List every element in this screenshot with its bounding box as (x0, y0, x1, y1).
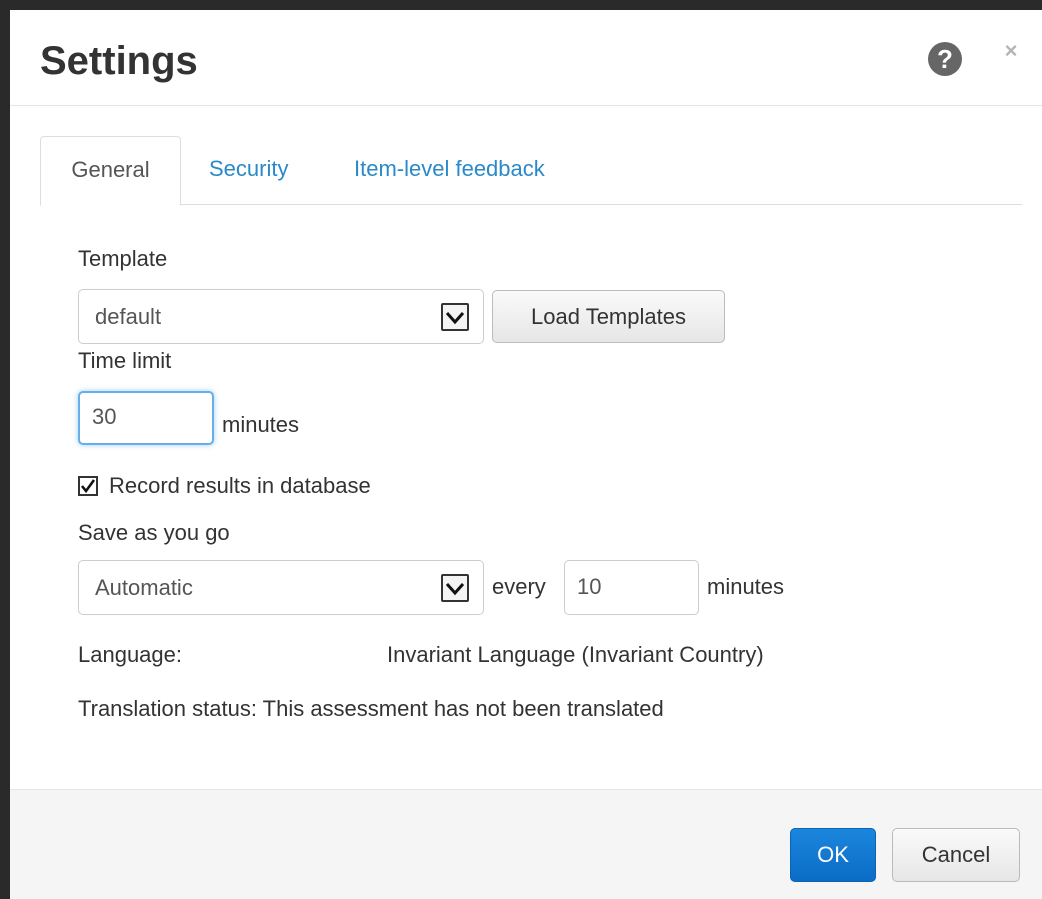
time-limit-unit: minutes (222, 412, 300, 437)
tab-item-level-feedback[interactable]: Item-level feedback (354, 136, 545, 205)
template-select[interactable]: default (78, 289, 484, 344)
settings-dialog: Settings ? × General Security Item-level… (0, 0, 1042, 899)
tab-general[interactable]: General (40, 136, 181, 206)
time-limit-label: Time limit (78, 348, 172, 373)
save-interval-input[interactable]: 10 (564, 560, 699, 615)
save-interval-unit: minutes (707, 574, 785, 599)
save-mode-select[interactable]: Automatic (78, 560, 484, 615)
record-results-label[interactable]: Record results in database (109, 473, 371, 499)
tab-security[interactable]: Security (209, 136, 288, 205)
language-value: Invariant Language (Invariant Country) (387, 642, 764, 667)
dialog-header: Settings ? × (10, 10, 1042, 106)
help-icon[interactable]: ? (928, 42, 962, 76)
template-label: Template (78, 246, 168, 271)
cancel-button[interactable]: Cancel (892, 828, 1020, 882)
save-mode-select-value: Automatic (95, 575, 193, 600)
chevron-down-icon (441, 574, 469, 602)
dialog-footer: OK Cancel (10, 789, 1042, 899)
save-as-you-go-label: Save as you go (78, 520, 230, 545)
check-icon (80, 479, 96, 494)
translation-status: Translation status: This assessment has … (78, 696, 664, 721)
close-icon[interactable]: × (1000, 40, 1022, 62)
time-limit-input[interactable]: 30 (78, 391, 214, 445)
load-templates-button[interactable]: Load Templates (492, 290, 725, 343)
dialog-title: Settings (40, 39, 198, 83)
tab-bar: General Security Item-level feedback (40, 136, 1022, 206)
chevron-down-icon (441, 303, 469, 331)
language-label: Language: (78, 642, 182, 667)
ok-button[interactable]: OK (790, 828, 876, 882)
record-results-checkbox[interactable] (78, 476, 98, 496)
template-select-value: default (95, 304, 162, 329)
every-label: every (492, 574, 546, 599)
